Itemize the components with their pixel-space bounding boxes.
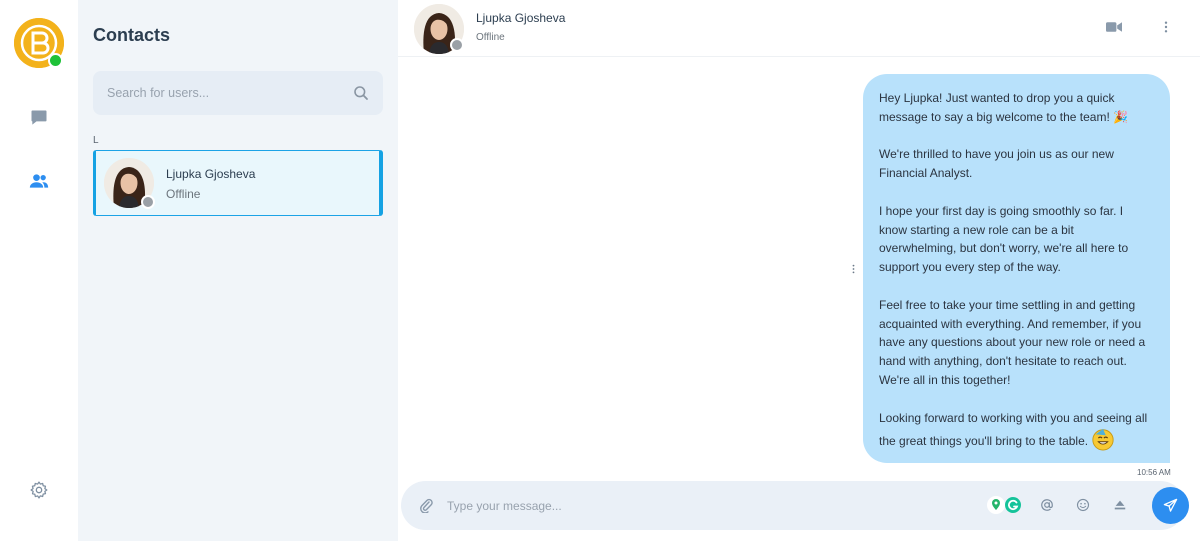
attach-button[interactable]	[418, 497, 434, 513]
message-paragraph: Hey Ljupka! Just wanted to drop you a qu…	[879, 91, 1129, 124]
offline-status-dot	[450, 38, 464, 52]
users-icon	[29, 174, 49, 188]
nav-rail	[0, 0, 78, 541]
map-pin-icon	[987, 496, 1005, 514]
chat-bubble-icon	[31, 110, 47, 125]
message-options-button[interactable]	[846, 262, 860, 276]
message-bubble: Hey Ljupka! Just wanted to drop you a qu…	[863, 74, 1170, 463]
paper-plane-icon	[1163, 498, 1178, 512]
video-camera-icon	[1106, 22, 1122, 32]
grammarly-icon	[1005, 497, 1021, 513]
contact-status-text: Offline	[166, 187, 201, 201]
grammar-assistant-button[interactable]	[1004, 496, 1022, 514]
message-input[interactable]	[447, 495, 967, 517]
more-vertical-icon	[1164, 21, 1168, 33]
emoji-button[interactable]	[1074, 496, 1092, 514]
message-composer	[401, 481, 1185, 530]
at-sign-icon	[1041, 499, 1053, 511]
chat-app: Contacts L Ljupka	[0, 0, 1200, 541]
location-button[interactable]	[987, 496, 1005, 514]
offline-status-dot	[141, 195, 155, 209]
video-call-button[interactable]	[1104, 17, 1124, 37]
mention-button[interactable]	[1038, 496, 1056, 514]
gear-icon	[30, 481, 48, 499]
message-paragraph: We're thrilled to have you join us as ou…	[879, 147, 1114, 181]
settings-nav-button[interactable]	[27, 478, 51, 502]
chat-contact-name: Ljupka Gjosheva	[476, 11, 566, 25]
online-status-dot	[48, 53, 63, 68]
message-paragraph-last: Looking forward to working with you and …	[879, 409, 1154, 458]
search-box	[93, 71, 383, 115]
contact-group-letter: L	[93, 135, 99, 146]
contact-name: Ljupka Gjosheva	[166, 167, 256, 181]
message-paragraph: Feel free to take your time settling in …	[879, 297, 1146, 387]
chat-contact-status: Offline	[476, 32, 505, 43]
message-paragraph: I hope your first day is going smoothly …	[879, 203, 1129, 275]
message-time: 10:56 AM	[1137, 468, 1171, 477]
smiley-icon	[1076, 498, 1090, 512]
chats-nav-button[interactable]	[27, 106, 51, 130]
contact-list-item[interactable]: Ljupka Gjosheva Offline	[93, 150, 383, 216]
chat-header: Ljupka Gjosheva Offline	[398, 0, 1200, 57]
search-input[interactable]	[107, 86, 353, 100]
smiling-emoji-icon	[1091, 427, 1115, 457]
search-icon[interactable]	[353, 85, 369, 101]
contacts-title: Contacts	[93, 25, 171, 45]
upload-icon	[1114, 500, 1126, 510]
more-vertical-icon	[852, 264, 854, 274]
send-button[interactable]	[1152, 487, 1189, 524]
contacts-nav-button[interactable]	[27, 169, 51, 193]
chat-panel: Ljupka Gjosheva Offline Hey Ljupka! Just…	[398, 0, 1200, 541]
paperclip-icon	[420, 498, 433, 513]
chat-more-button[interactable]	[1156, 17, 1176, 37]
contacts-panel: Contacts L Ljupka	[78, 0, 398, 541]
upload-button[interactable]	[1111, 496, 1129, 514]
